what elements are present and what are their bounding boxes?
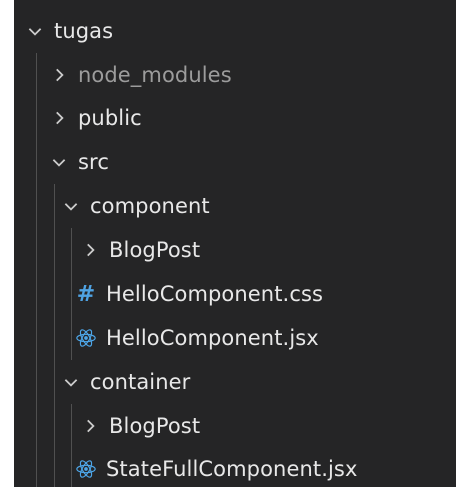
indent-guide [71,404,72,448]
indent-guide [36,447,37,487]
indent-guide [54,228,55,272]
tree-item-blogpost[interactable]: BlogPost [14,404,456,448]
chevron-right-icon [48,107,70,129]
tree-item-label: HelloComponent.css [106,282,324,306]
tree-item-tugas[interactable]: tugas [14,9,456,53]
react-icon [74,327,98,349]
indent-guide [36,53,37,97]
tree-item-label: component [90,194,210,218]
indent-guide [36,316,37,360]
chevron-right-icon [79,239,101,261]
tree-item-container[interactable]: container [14,360,456,404]
indent-guide [71,447,72,487]
chevron-down-icon [60,195,82,217]
indent-guide [36,96,37,140]
tree-item-label: StateFullComponent.jsx [106,457,358,481]
indent-guide [36,140,37,184]
indent-guide [54,404,55,448]
indent-guide [54,184,55,228]
tree-item-src[interactable]: src [14,140,456,184]
indent-guide [36,272,37,316]
indent-guide [54,272,55,316]
indent-guide [36,360,37,404]
indent-guide [36,228,37,272]
tree-item-label: public [78,106,142,130]
chevron-down-icon [60,371,82,393]
file-explorer-panel: tugas node_modules public src component … [14,0,456,487]
tree-item-hellocomponent-css[interactable]: # HelloComponent.css [14,272,456,316]
tree-item-component[interactable]: component [14,184,456,228]
tree-item-statefullcomponent-jsx[interactable]: StateFullComponent.jsx [14,447,456,487]
tree-item-label: tugas [54,19,114,43]
indent-guide [71,316,72,360]
chevron-down-icon [24,20,46,42]
tree-item-label: BlogPost [109,238,201,262]
tree-item-label: container [90,370,191,394]
tree-item-label: src [78,150,109,174]
indent-guide [36,404,37,448]
tree-item-public[interactable]: public [14,96,456,140]
tree-item-label: node_modules [78,63,232,87]
tree-item-label: HelloComponent.jsx [106,326,319,350]
indent-guide [54,360,55,404]
tree-item-blogpost[interactable]: BlogPost [14,228,456,272]
tree-item-node-modules[interactable]: node_modules [14,53,456,97]
react-icon [74,458,98,480]
indent-guide [54,316,55,360]
chevron-right-icon [79,415,101,437]
indent-guide [54,447,55,487]
tree-item-hellocomponent-jsx[interactable]: HelloComponent.jsx [14,316,456,360]
indent-guide [71,228,72,272]
tree-item-label: BlogPost [109,414,201,438]
css-hash-icon: # [76,281,96,307]
chevron-down-icon [48,151,70,173]
indent-guide [71,272,72,316]
indent-guide [36,184,37,228]
chevron-right-icon [48,64,70,86]
